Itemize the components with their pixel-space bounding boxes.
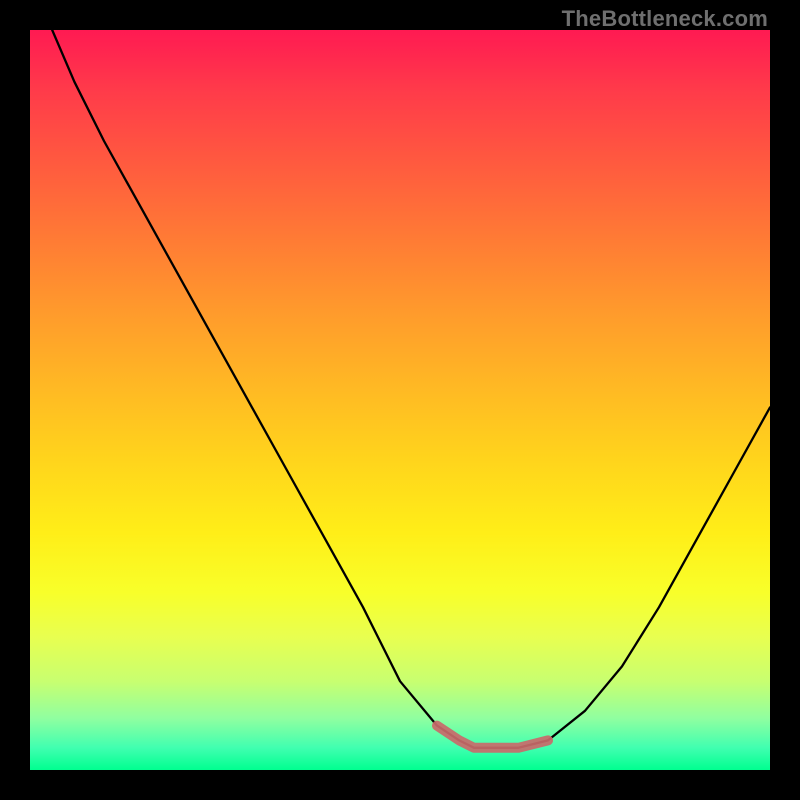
bottleneck-curve-path — [52, 30, 770, 748]
watermark-label: TheBottleneck.com — [562, 6, 768, 32]
chart-curve-layer — [30, 30, 770, 770]
curve-group — [52, 30, 770, 748]
highlight-region — [437, 726, 548, 748]
bottleneck-chart: TheBottleneck.com — [0, 0, 800, 800]
